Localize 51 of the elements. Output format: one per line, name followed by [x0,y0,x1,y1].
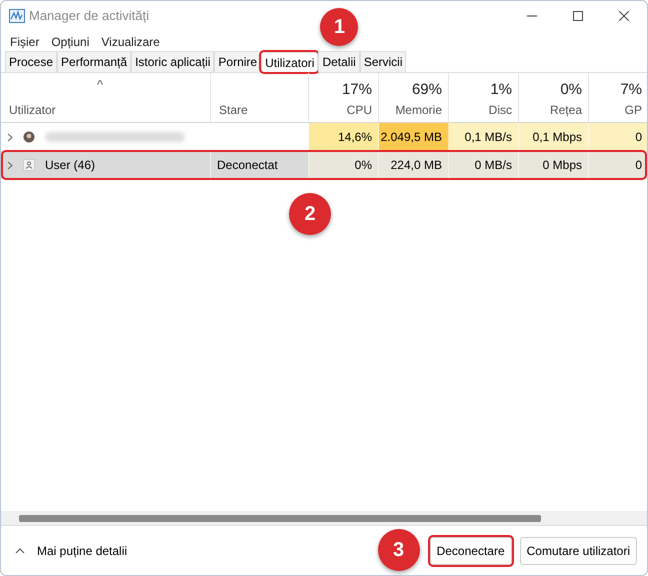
expand-icon[interactable] [7,132,13,142]
user-status: Deconectat [217,157,278,174]
avatar-icon [23,131,35,143]
tab[interactable]: Utilizatori [261,52,318,72]
column-header[interactable]: Utilizator [9,101,204,119]
column-percent: 7% [620,80,642,100]
collapse-icon[interactable] [15,548,25,554]
footer-button[interactable]: Deconectare [430,536,512,564]
horizontal-scrollbar[interactable] [1,511,647,525]
column-header[interactable]: CPU [346,101,372,119]
callout-badge: 3 [378,528,420,570]
table-cell: 0 MB/s [449,151,519,179]
column-header[interactable]: Disc [488,101,512,119]
window-title: Manager de activități [29,7,149,26]
table-cell: 0 Mbps [519,151,589,179]
user-name: User (46) [45,157,96,174]
tab[interactable]: Servicii [360,51,406,72]
app-icon [9,9,25,23]
table-cell: 0 [589,123,647,151]
tab[interactable]: Pornire [214,51,262,72]
column-header[interactable]: Stare [219,101,302,119]
table-cell: 224,0 MB [379,151,449,179]
table-cell: 2.049,5 MB [379,123,449,151]
maximize-icon[interactable] [573,11,583,21]
tab[interactable]: Detalii [318,51,360,72]
tab[interactable]: Istoric aplicații [131,51,214,72]
footer-button[interactable]: Comutare utilizatori [520,536,637,564]
table-cell: 14,6% [309,123,379,151]
expand-icon[interactable] [7,160,13,170]
column-percent: 17% [342,80,372,100]
column-header[interactable]: Memorie [395,101,442,119]
column-percent: 69% [412,80,442,100]
table-cell: 0,1 Mbps [519,123,589,151]
menu-item[interactable]: Vizualizare [96,33,165,51]
menu-item[interactable]: Opțiuni [46,33,94,51]
close-icon[interactable] [619,11,629,21]
column-header[interactable]: Rețea [550,101,582,119]
table-cell: 0 [589,151,647,179]
details-toggle-link[interactable]: Mai puține detalii [37,542,128,560]
table-cell: 0,1 MB/s [449,123,519,151]
table-cell: 0% [309,151,379,179]
tab[interactable]: Procese [5,51,58,72]
callout-badge: 2 [289,193,331,235]
tab[interactable]: Performanță [57,51,132,72]
sort-indicator[interactable]: ^ [97,75,104,94]
column-percent: 0% [560,80,582,100]
avatar-icon [23,159,35,171]
column-percent: 1% [490,80,512,100]
callout-badge: 1 [320,8,358,46]
menu-item[interactable]: Fișier [5,33,44,51]
column-header[interactable]: GP [624,101,642,119]
